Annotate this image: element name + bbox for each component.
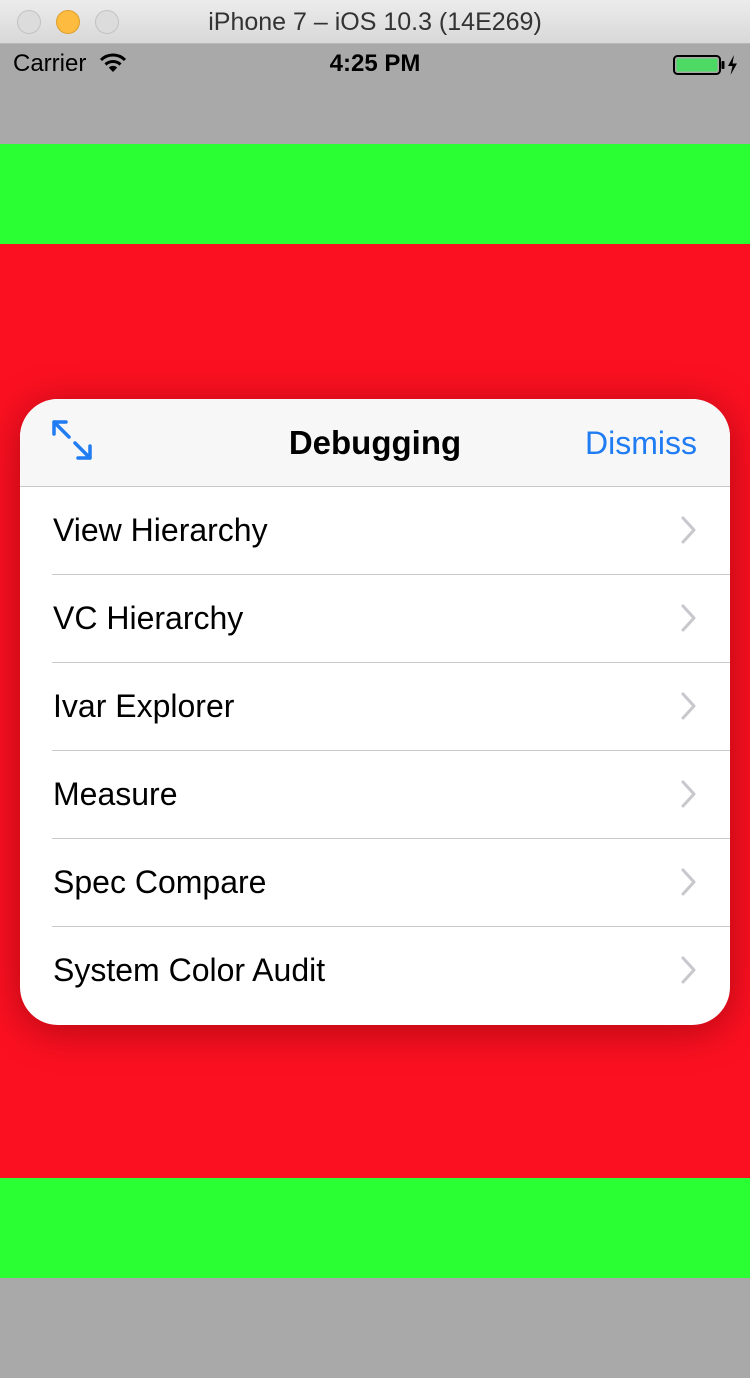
chevron-right-icon [681, 692, 696, 720]
menu-item-label: View Hierarchy [53, 512, 268, 548]
menu-item-ivar-explorer[interactable]: Ivar Explorer [20, 663, 730, 751]
menu-item-spec-compare[interactable]: Spec Compare [20, 839, 730, 927]
chevron-right-icon [681, 780, 696, 808]
menu-item-label: System Color Audit [53, 952, 326, 988]
chevron-right-icon [681, 956, 696, 984]
menu-item-label: Measure [53, 776, 178, 812]
menu-item-label: Spec Compare [53, 864, 267, 900]
chevron-right-icon [681, 604, 696, 632]
chevron-right-icon [681, 868, 696, 896]
chevron-right-icon [681, 516, 696, 544]
status-bar: Carrier 4:25 PM [0, 44, 750, 84]
dismiss-button[interactable]: Dismiss [585, 399, 697, 487]
status-time: 4:25 PM [329, 50, 421, 77]
simulator-screen: Carrier 4:25 PM Debugging Dismiss View H… [0, 44, 750, 1378]
panel-header: Debugging Dismiss [20, 399, 730, 487]
battery-charging-icon [673, 55, 737, 75]
menu-item-label: VC Hierarchy [53, 600, 244, 636]
debugging-panel: Debugging Dismiss View Hierarchy VC Hier… [20, 399, 730, 1025]
debug-tools-list: View Hierarchy VC Hierarchy Ivar Explore… [20, 487, 730, 1015]
menu-item-label: Ivar Explorer [53, 688, 235, 724]
menu-item-view-hierarchy[interactable]: View Hierarchy [20, 487, 730, 575]
menu-item-vc-hierarchy[interactable]: VC Hierarchy [20, 575, 730, 663]
menu-item-measure[interactable]: Measure [20, 751, 730, 839]
green-band-bottom [0, 1178, 750, 1278]
window-titlebar: iPhone 7 – iOS 10.3 (14E269) [0, 0, 750, 44]
window-title: iPhone 7 – iOS 10.3 (14E269) [208, 8, 542, 36]
green-band-top [0, 144, 750, 244]
menu-item-system-color-audit[interactable]: System Color Audit [20, 927, 730, 1015]
